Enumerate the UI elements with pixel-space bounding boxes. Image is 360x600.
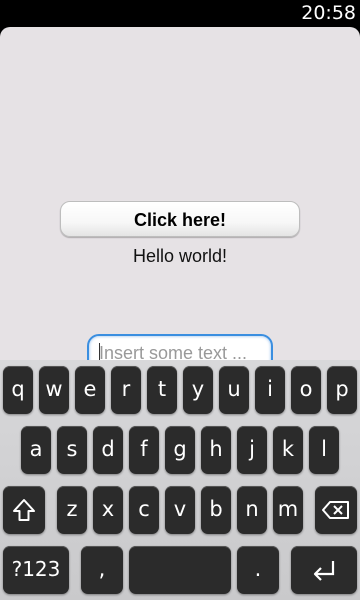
app-content: Click here! Hello world! Insert some tex…	[0, 27, 360, 372]
key-y[interactable]: y	[183, 366, 213, 414]
click-here-button[interactable]: Click here!	[60, 201, 300, 237]
key-g[interactable]: g	[165, 426, 195, 474]
key-period[interactable]: .	[237, 546, 279, 594]
key-z[interactable]: z	[57, 486, 87, 534]
key-d[interactable]: d	[93, 426, 123, 474]
backspace-icon	[322, 501, 349, 519]
key-h[interactable]: h	[201, 426, 231, 474]
key-a[interactable]: a	[21, 426, 51, 474]
output-label: Hello world!	[132, 246, 228, 266]
key-e[interactable]: e	[75, 366, 105, 414]
key-b[interactable]: b	[201, 486, 231, 534]
key-comma[interactable]: ,	[81, 546, 123, 594]
backspace-key[interactable]	[315, 486, 357, 534]
status-clock: 20:58	[301, 2, 356, 24]
virtual-keyboard: q w e r t y u i o p a s d f g h j k l z …	[0, 360, 360, 600]
key-u[interactable]: u	[219, 366, 249, 414]
space-key[interactable]	[129, 546, 231, 594]
key-l[interactable]: l	[309, 426, 339, 474]
key-s[interactable]: s	[57, 426, 87, 474]
key-j[interactable]: j	[237, 426, 267, 474]
status-bar: 20:58	[0, 0, 360, 27]
shift-icon	[13, 499, 35, 521]
key-k[interactable]: k	[273, 426, 303, 474]
key-w[interactable]: w	[39, 366, 69, 414]
key-x[interactable]: x	[93, 486, 123, 534]
enter-icon	[313, 561, 335, 581]
key-m[interactable]: m	[273, 486, 303, 534]
symbols-key[interactable]: ?123	[3, 546, 69, 594]
key-i[interactable]: i	[255, 366, 285, 414]
key-t[interactable]: t	[147, 366, 177, 414]
key-f[interactable]: f	[129, 426, 159, 474]
key-o[interactable]: o	[291, 366, 321, 414]
enter-key[interactable]	[291, 546, 357, 594]
key-r[interactable]: r	[111, 366, 141, 414]
key-q[interactable]: q	[3, 366, 33, 414]
key-n[interactable]: n	[237, 486, 267, 534]
key-v[interactable]: v	[165, 486, 195, 534]
key-c[interactable]: c	[129, 486, 159, 534]
key-p[interactable]: p	[327, 366, 357, 414]
shift-key[interactable]	[3, 486, 45, 534]
